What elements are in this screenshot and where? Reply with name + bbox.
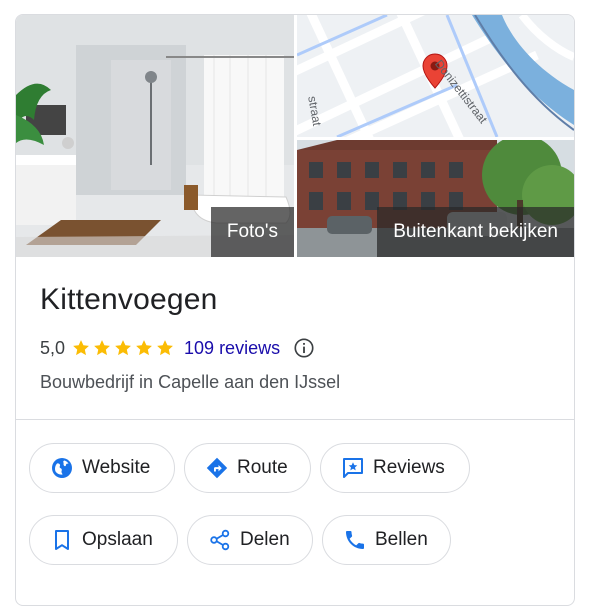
- website-button[interactable]: Website: [29, 443, 175, 493]
- save-button[interactable]: Opslaan: [29, 515, 178, 565]
- business-category: Bouwbedrijf in Capelle aan den IJssel: [40, 372, 341, 392]
- bookmark-icon: [55, 530, 69, 550]
- call-button[interactable]: Bellen: [322, 515, 451, 565]
- directions-icon: [206, 457, 228, 479]
- route-button[interactable]: Route: [184, 443, 311, 493]
- phone-icon: [346, 531, 364, 549]
- star-rating: [71, 338, 175, 358]
- call-label: Bellen: [375, 529, 428, 550]
- business-name: Kittenvoegen: [40, 283, 218, 316]
- streetview-tile[interactable]: Buitenkant bekijken: [297, 140, 574, 257]
- star-icon: [136, 340, 152, 356]
- share-icon: [210, 529, 230, 551]
- divider: [16, 419, 574, 420]
- rating-row: 5,0 109 reviews: [40, 336, 315, 360]
- photo-grid: Foto's Donizettistraat straat Buitenkant…: [16, 15, 574, 257]
- globe-icon: [52, 458, 72, 478]
- save-label: Opslaan: [82, 529, 153, 550]
- star-icon: [94, 340, 110, 356]
- review-star-icon: [343, 458, 363, 478]
- reviews-link[interactable]: 109 reviews: [184, 338, 280, 359]
- reviews-label: Reviews: [373, 457, 445, 478]
- star-icon: [73, 340, 89, 356]
- route-label: Route: [237, 457, 288, 478]
- reviews-button[interactable]: Reviews: [320, 443, 470, 493]
- info-icon[interactable]: [293, 337, 315, 359]
- share-button[interactable]: Delen: [187, 515, 313, 565]
- business-panel: Foto's Donizettistraat straat Buitenkant…: [15, 14, 575, 606]
- rating-value: 5,0: [40, 337, 66, 358]
- photos-tile[interactable]: Foto's: [16, 15, 294, 257]
- star-icon: [115, 340, 131, 356]
- star-icon: [157, 340, 173, 356]
- website-label: Website: [82, 457, 151, 478]
- streetview-label: Buitenkant bekijken: [377, 207, 574, 257]
- share-label: Delen: [240, 529, 290, 550]
- map-tile[interactable]: Donizettistraat straat: [297, 15, 574, 137]
- photos-label: Foto's: [210, 207, 294, 257]
